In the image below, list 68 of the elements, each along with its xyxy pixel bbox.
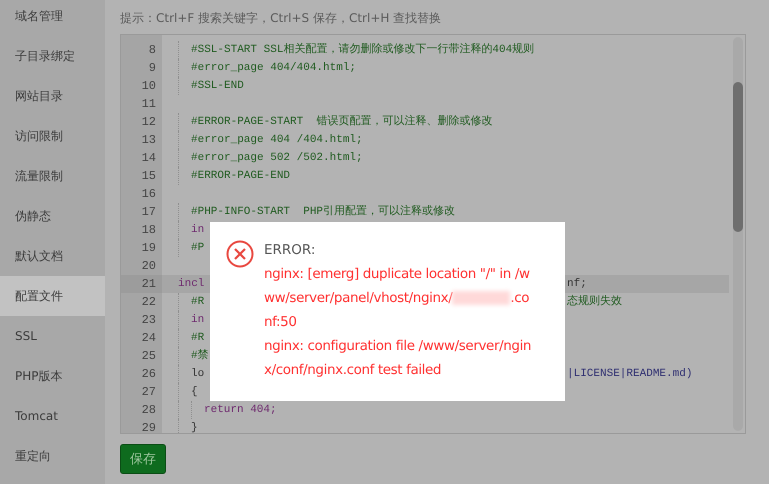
error-message: nf:50: [264, 313, 297, 332]
code-text: #禁: [191, 348, 209, 364]
line-number: 26: [140, 366, 157, 383]
line-number: 20: [140, 258, 157, 275]
sidebar-item[interactable]: 访问限制: [0, 116, 105, 156]
redaction-blur: [452, 291, 510, 305]
sidebar-item[interactable]: Tomcat: [0, 396, 105, 436]
error-title: ERROR:: [264, 241, 316, 260]
hint-text: 提示：Ctrl+F 搜索关键字，Ctrl+S 保存，Ctrl+H 查找替换: [120, 10, 442, 27]
line-number: 17: [140, 204, 157, 221]
line-number: 29: [140, 420, 157, 433]
sidebar-item[interactable]: 流量限制: [0, 156, 105, 196]
line-number: 11: [140, 96, 157, 113]
error-message: nginx: [emerg] duplicate location "/" in /w: [264, 265, 530, 284]
line-number: 14: [140, 150, 157, 167]
sidebar-item[interactable]: 伪静态: [0, 196, 105, 236]
code-text: #error_page 404 /404.html;: [191, 133, 363, 148]
sidebar-item[interactable]: 网站目录: [0, 76, 105, 116]
code-text: in: [191, 313, 204, 328]
save-button[interactable]: 保存: [120, 444, 166, 474]
line-number: 27: [140, 384, 157, 401]
line-number: 15: [140, 168, 157, 185]
line-number: 9: [148, 60, 157, 77]
line-number: 25: [140, 348, 157, 365]
code-text: #P: [191, 241, 204, 256]
code-text: }: [191, 421, 198, 433]
line-number: 18: [140, 222, 157, 239]
line-number: 28: [140, 402, 157, 419]
line-number: 10: [140, 78, 157, 95]
code-text: #R: [191, 331, 204, 346]
code-text: lo: [191, 367, 204, 382]
code-text: return 404;: [204, 403, 277, 418]
code-text: {: [191, 385, 198, 400]
line-number: 16: [140, 186, 157, 203]
error-message: x/conf/nginx.conf test failed: [264, 361, 442, 380]
sidebar-item[interactable]: SSL: [0, 316, 105, 356]
code-text: |LICENSE|README.md): [567, 367, 692, 382]
sidebar-item[interactable]: 配置文件: [0, 276, 105, 316]
sidebar-item[interactable]: 域名管理: [0, 0, 105, 36]
sidebar-item[interactable]: 重定向: [0, 436, 105, 476]
line-number: 13: [140, 132, 157, 149]
line-number: 19: [140, 240, 157, 257]
line-number: 22: [140, 294, 157, 311]
scrollbar[interactable]: [733, 37, 743, 431]
sidebar-item[interactable]: PHP版本: [0, 356, 105, 396]
line-number: 24: [140, 330, 157, 347]
error-message: ww/server/panel/vhost/nginx/: [264, 289, 452, 308]
sidebar-item[interactable]: 默认文档: [0, 236, 105, 276]
line-number: 21: [121, 275, 162, 293]
code-text: in: [191, 223, 204, 238]
code-text: #PHP-INFO-START PHP引用配置，可以注释或修改: [191, 204, 456, 220]
error-message: nginx: configuration file /www/server/ngin: [264, 337, 532, 356]
code-text: incl: [178, 277, 204, 292]
code-text: #error_page 404/404.html;: [191, 61, 356, 76]
error-icon: [226, 240, 254, 268]
code-text: #ERROR-PAGE-END: [191, 169, 290, 184]
code-text: #SSL-END: [191, 79, 244, 94]
code-text: #error_page 502 /502.html;: [191, 151, 363, 166]
error-message: .co: [510, 289, 530, 308]
code-text: #SSL-START SSL相关配置，请勿删除或修改下一行带注释的404规则: [191, 42, 534, 58]
sidebar-item[interactable]: 子目录绑定: [0, 36, 105, 76]
code-text: nf;: [567, 277, 587, 292]
line-number: 23: [140, 312, 157, 329]
code-text: #ERROR-PAGE-START 错误页配置，可以注释、删除或修改: [191, 114, 492, 130]
code-text: 态规则失效: [567, 294, 622, 310]
line-number: 8: [148, 42, 157, 59]
code-text: #R: [191, 295, 204, 310]
line-number: 12: [140, 114, 157, 131]
